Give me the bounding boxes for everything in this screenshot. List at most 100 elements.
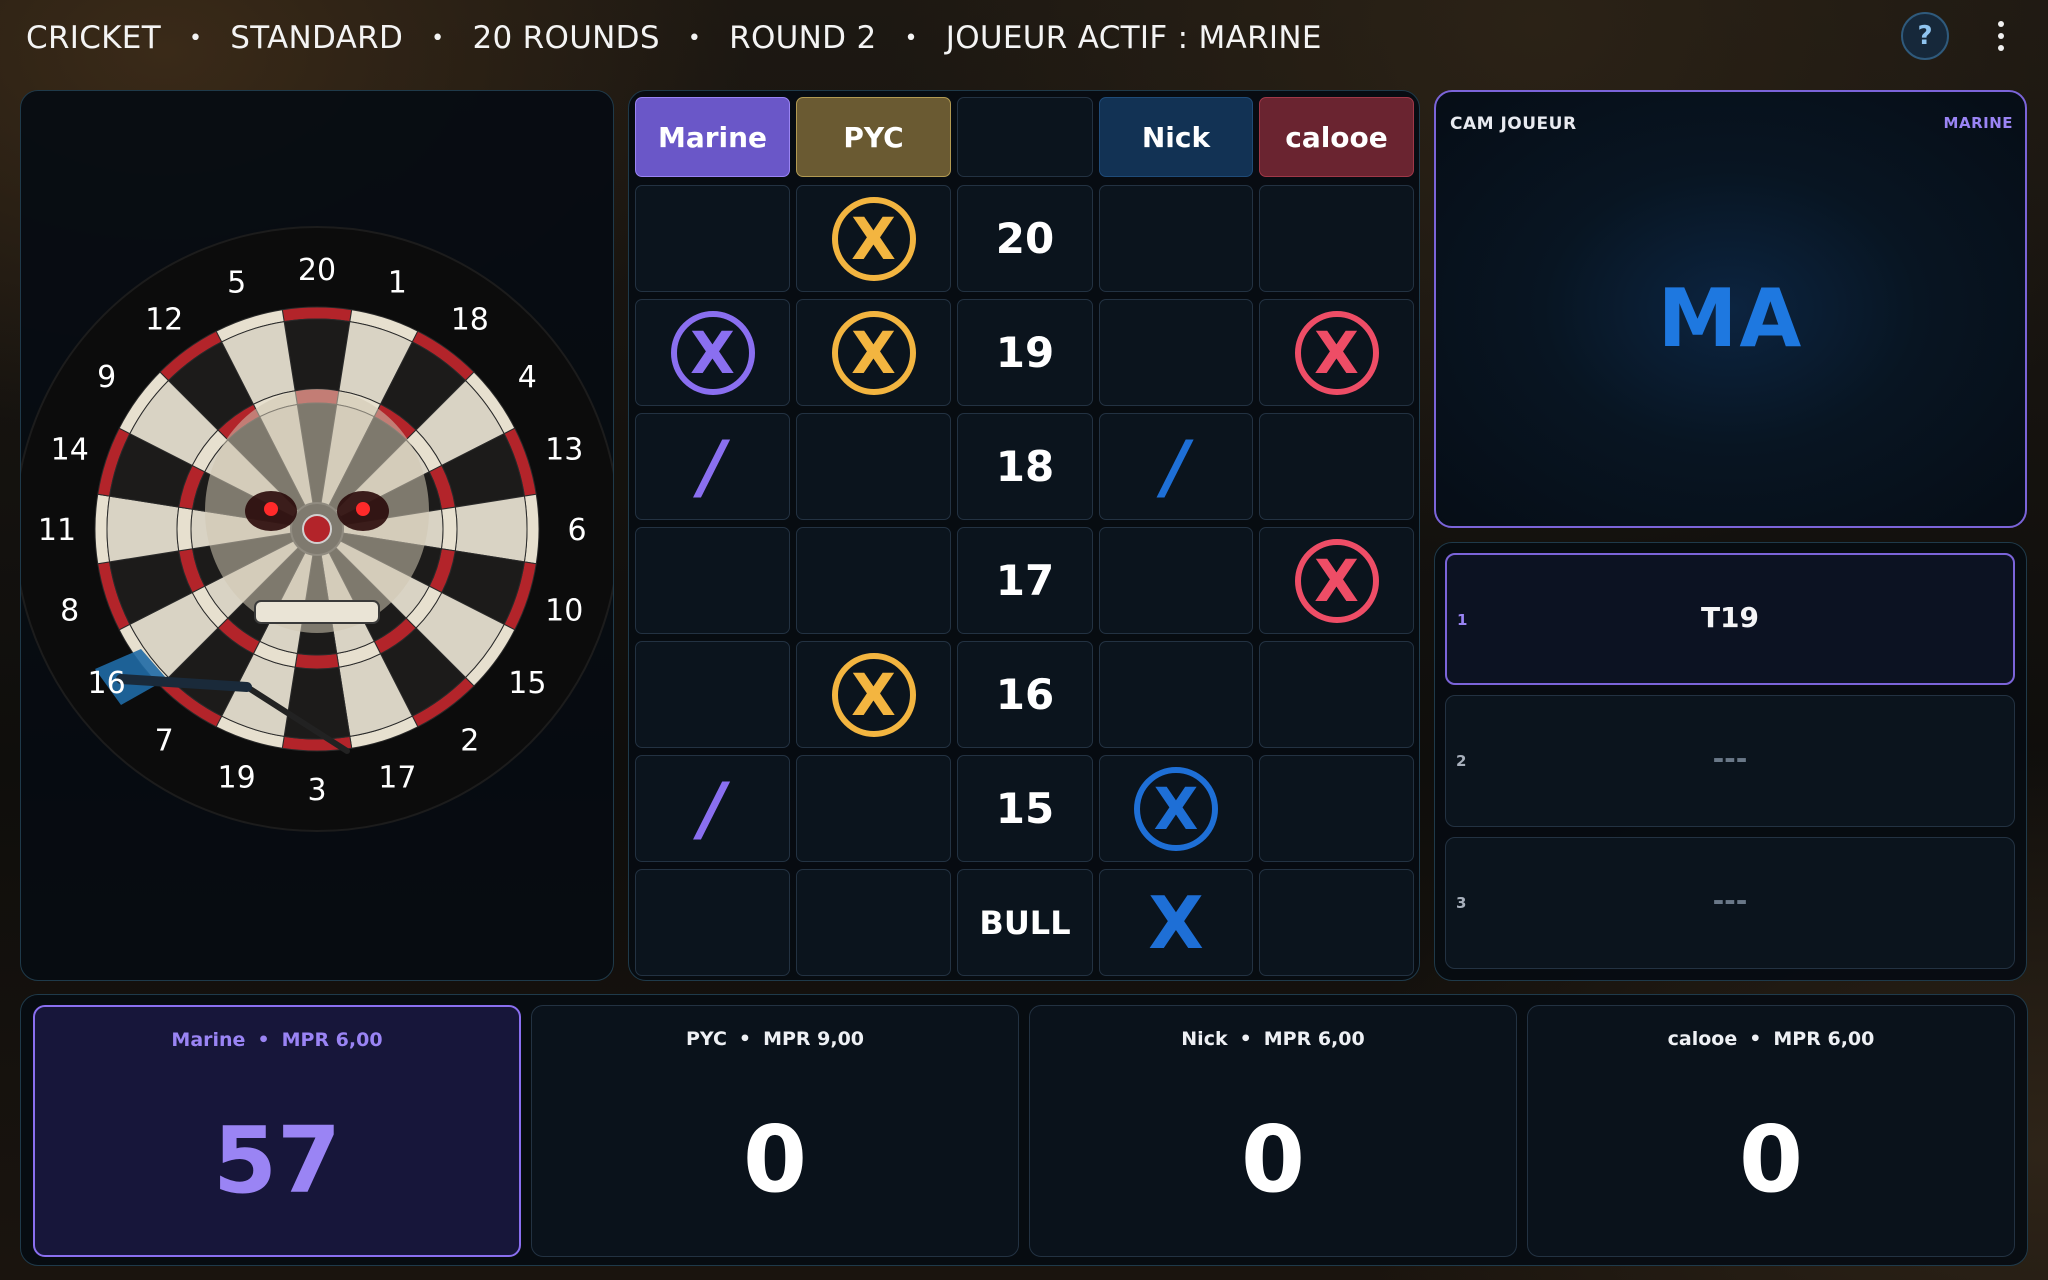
- throw-slot[interactable]: 3 ---: [1445, 837, 2015, 969]
- mark-cell: [796, 527, 951, 634]
- board-number-label: 6: [567, 513, 586, 548]
- throw-slot[interactable]: 1 T19: [1445, 553, 2015, 685]
- closed-mark-icon: X: [831, 310, 916, 395]
- mark-cell: [796, 413, 951, 520]
- board-number-label: 13: [545, 433, 583, 468]
- mark-cell: [1259, 413, 1414, 520]
- board-number-label: 2: [460, 723, 479, 758]
- rounds-count: 20 ROUNDS: [472, 20, 660, 56]
- cam-title: CAM JOUEUR: [1450, 114, 1577, 134]
- player-meta: Marine • MPR 6,00: [35, 1029, 519, 1051]
- player-name: Marine: [171, 1029, 246, 1051]
- mark-cell: [1099, 185, 1253, 292]
- separator-dot: •: [738, 1028, 752, 1050]
- player-points: 0: [742, 1106, 807, 1213]
- help-button[interactable]: ?: [1901, 12, 1949, 60]
- dartboard[interactable]: 20 1 18 4 13 6 10 15 2 17 3 19 7 16 8 11 14 9 12 5: [21, 91, 614, 981]
- score-card-pyc[interactable]: PYC • MPR 9,00 0: [531, 1005, 1019, 1257]
- cricket-scoreboard: Marine PYC Nick calooe X 20 X X 19 X/18/17 X X 16/15…: [628, 90, 1420, 981]
- throw-value: ---: [1712, 884, 1748, 917]
- header-spacer: [957, 97, 1093, 177]
- target-number: 18: [957, 413, 1093, 520]
- player-points: 0: [1240, 1106, 1305, 1213]
- game-info-bar: CRICKET • STANDARD • 20 ROUNDS • ROUND 2…: [26, 16, 1322, 60]
- mark-cell: [1099, 299, 1253, 406]
- player-camera: CAM JOUEUR MARINE MA: [1434, 90, 2027, 528]
- board-number-label: 7: [155, 723, 174, 758]
- board-number-label: 12: [145, 303, 183, 338]
- mark-cell: [1259, 185, 1414, 292]
- board-number-label: 18: [451, 303, 489, 338]
- help-icon: ?: [1917, 21, 1933, 51]
- game-mode: STANDARD: [230, 20, 404, 56]
- score-card-nick[interactable]: Nick • MPR 6,00 0: [1029, 1005, 1517, 1257]
- double-mark-icon: X: [1148, 880, 1204, 965]
- board-number-label: 4: [518, 360, 537, 395]
- mark-cell: [1259, 641, 1414, 748]
- board-number-label: 5: [227, 266, 246, 301]
- player-name: calooe: [1667, 1028, 1738, 1050]
- closed-mark-icon: X: [1134, 766, 1218, 851]
- player-mpr: MPR 9,00: [763, 1028, 865, 1050]
- mark-cell: X: [635, 299, 790, 406]
- mark-cell: [796, 755, 951, 862]
- mark-cell: X: [796, 185, 951, 292]
- throw-slot[interactable]: 2 ---: [1445, 695, 2015, 827]
- outer-single-segment: [283, 318, 351, 392]
- separator-dot: •: [188, 25, 203, 51]
- bullseye: [302, 514, 332, 544]
- cam-player-name: MARINE: [1943, 114, 2013, 132]
- separator-dot: •: [1749, 1028, 1762, 1050]
- player-header[interactable]: Marine: [635, 97, 790, 177]
- player-header[interactable]: calooe: [1259, 97, 1414, 177]
- mark-cell: X: [1099, 869, 1253, 976]
- player-initials-avatar: MA: [1657, 272, 1804, 365]
- closed-mark-icon: X: [831, 652, 916, 737]
- target-number: 19: [957, 299, 1093, 406]
- separator-dot: •: [257, 1029, 270, 1051]
- player-name: Nick: [1181, 1028, 1228, 1050]
- mark-cell: [635, 869, 790, 976]
- player-header[interactable]: Nick: [1099, 97, 1253, 177]
- skull-eye-glow: [356, 502, 370, 516]
- mark-cell: X: [1259, 527, 1414, 634]
- player-scores: Marine • MPR 6,00 57 PYC • MPR 9,00 0 Nick • M…: [20, 994, 2028, 1266]
- skull-teeth: [254, 600, 380, 624]
- board-number-label: 8: [60, 593, 79, 628]
- closed-mark-icon: X: [1294, 310, 1379, 395]
- mark-cell: [1099, 641, 1253, 748]
- board-number-label: 3: [307, 773, 326, 808]
- player-meta: PYC • MPR 9,00: [532, 1028, 1018, 1050]
- separator-dot: •: [1239, 1028, 1252, 1050]
- mark-cell: /: [1099, 413, 1253, 520]
- active-player: JOUEUR ACTIF : MARINE: [945, 20, 1322, 56]
- mark-cell: [635, 527, 790, 634]
- separator-dot: •: [431, 25, 445, 51]
- single-mark-icon: /: [699, 425, 726, 508]
- treble-ring-segment: [294, 652, 340, 670]
- treble-ring-segment: [176, 506, 194, 552]
- mark-cell: [1259, 755, 1414, 862]
- mark-cell: [1099, 527, 1253, 634]
- current-round: ROUND 2: [729, 20, 877, 56]
- board-number-label: 1: [388, 266, 407, 301]
- player-mpr: MPR 6,00: [1263, 1028, 1365, 1050]
- board-number-label: 16: [88, 666, 126, 701]
- player-points: 57: [212, 1107, 342, 1214]
- board-number-label: 14: [51, 433, 89, 468]
- target-number: 15: [957, 755, 1093, 862]
- more-options-icon[interactable]: [1986, 10, 2016, 62]
- separator-dot: •: [904, 25, 918, 51]
- skull-eye-glow: [264, 502, 278, 516]
- player-header[interactable]: PYC: [796, 97, 951, 177]
- score-card-marine[interactable]: Marine • MPR 6,00 57: [33, 1005, 521, 1257]
- board-number-label: 10: [545, 593, 583, 628]
- player-mpr: MPR 6,00: [1773, 1028, 1875, 1050]
- throw-value: ---: [1712, 742, 1748, 775]
- game-type: CRICKET: [26, 20, 161, 56]
- target-number: BULL: [957, 869, 1093, 976]
- player-mpr: MPR 6,00: [281, 1029, 383, 1051]
- player-name: PYC: [685, 1028, 727, 1050]
- score-card-calooe[interactable]: calooe • MPR 6,00 0: [1527, 1005, 2015, 1257]
- mark-cell: [1259, 869, 1414, 976]
